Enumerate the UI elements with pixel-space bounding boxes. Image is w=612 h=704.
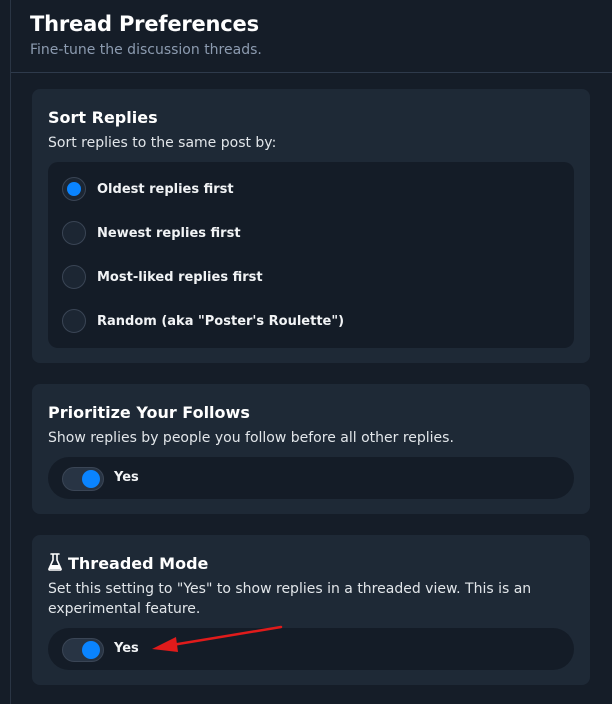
toggle-label: Yes [114,470,139,485]
page-subtitle: Fine-tune the discussion threads. [30,42,262,58]
prioritize-follows-toggle-row: Yes [48,457,574,499]
radio-button-checked[interactable] [62,177,86,201]
sort-replies-options: Oldest replies first Newest replies firs… [48,162,574,348]
radio-label: Newest replies first [97,225,241,241]
radio-option-oldest[interactable]: Oldest replies first [62,176,234,202]
prioritize-follows-card: Prioritize Your Follows Show replies by … [32,384,590,514]
radio-label: Most-liked replies first [97,269,263,285]
radio-button[interactable] [62,309,86,333]
page-title: Thread Preferences [30,12,259,36]
prioritize-follows-title: Prioritize Your Follows [48,403,250,422]
prioritize-follows-description: Show replies by people you follow before… [48,430,454,446]
radio-button[interactable] [62,265,86,289]
radio-button[interactable] [62,221,86,245]
page-header: Thread Preferences Fine-tune the discuss… [11,0,612,73]
radio-label: Random (aka "Poster's Roulette") [97,313,345,329]
threaded-mode-description: Set this setting to "Yes" to show replie… [48,581,532,617]
flask-icon [48,553,62,571]
radio-label: Oldest replies first [97,181,234,197]
prioritize-follows-toggle[interactable] [62,467,104,491]
sort-replies-description: Sort replies to the same post by: [48,135,277,151]
toggle-knob [82,470,100,488]
toggle-knob [82,641,100,659]
radio-option-most-liked[interactable]: Most-liked replies first [62,264,263,290]
sort-replies-title: Sort Replies [48,108,158,127]
radio-option-random[interactable]: Random (aka "Poster's Roulette") [62,308,344,334]
toggle-label: Yes [114,641,139,656]
threaded-mode-toggle[interactable] [62,638,104,662]
threaded-mode-title: Threaded Mode [68,554,209,573]
settings-panel: Thread Preferences Fine-tune the discuss… [10,0,612,704]
radio-option-newest[interactable]: Newest replies first [62,220,241,246]
threaded-mode-card: Threaded Mode Set this setting to "Yes" … [32,535,590,685]
sort-replies-card: Sort Replies Sort replies to the same po… [32,89,590,363]
threaded-mode-toggle-row: Yes [48,628,574,670]
